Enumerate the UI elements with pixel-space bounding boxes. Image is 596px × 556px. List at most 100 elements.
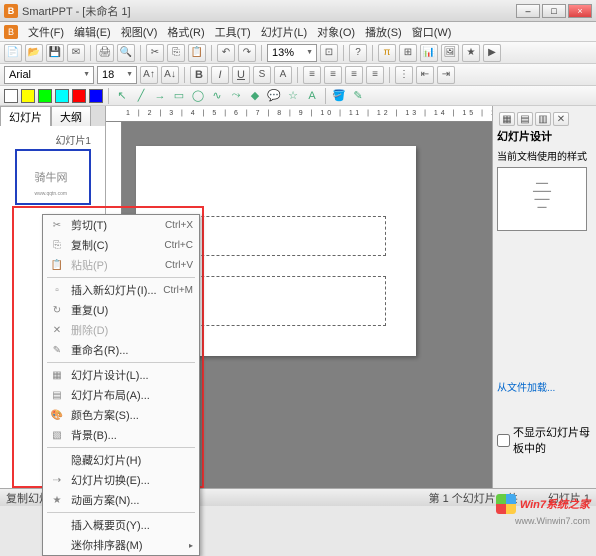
align-justify-icon[interactable]: ≡ [366, 66, 384, 84]
font-size-select[interactable]: 18 [97, 66, 137, 84]
align-center-icon[interactable]: ≡ [324, 66, 342, 84]
increase-font-icon[interactable]: A↑ [140, 66, 158, 84]
transition-icon: ⇢ [49, 472, 65, 488]
mail-icon[interactable]: ✉ [67, 44, 85, 62]
zoom-fit-icon[interactable]: ⊡ [320, 44, 338, 62]
new-icon[interactable]: 📄 [4, 44, 22, 62]
panel-btn-2[interactable]: ▤ [517, 112, 533, 126]
menu-edit[interactable]: 编辑(E) [74, 24, 111, 40]
undo-icon[interactable]: ↶ [217, 44, 235, 62]
panel-title: 幻灯片设计 [497, 128, 592, 144]
underline-icon[interactable]: U [232, 66, 250, 84]
cm-cut[interactable]: ✂剪切(T)Ctrl+X [43, 215, 199, 235]
color-white[interactable] [4, 89, 18, 103]
color-green[interactable] [38, 89, 52, 103]
menu-view[interactable]: 视图(V) [121, 24, 158, 40]
decrease-font-icon[interactable]: A↓ [161, 66, 179, 84]
minimize-button[interactable]: – [516, 4, 540, 18]
menu-slide[interactable]: 幻灯片(L) [261, 24, 307, 40]
cm-insert-slide[interactable]: ▫插入新幻灯片(I)...Ctrl+M [43, 280, 199, 300]
outline-icon[interactable]: A [274, 66, 292, 84]
zoom-select[interactable]: 13% [267, 44, 317, 62]
help-icon[interactable]: ? [349, 44, 367, 62]
shapes-icon[interactable]: ◆ [247, 88, 263, 104]
redo-icon: ↻ [49, 302, 65, 318]
bullets-icon[interactable]: ⋮ [395, 66, 413, 84]
star-icon[interactable]: ☆ [285, 88, 301, 104]
cm-transition[interactable]: ⇢幻灯片切换(E)... [43, 470, 199, 490]
copy-icon[interactable]: ⎘ [167, 44, 185, 62]
callout-icon[interactable]: 💬 [266, 88, 282, 104]
cm-copy[interactable]: ⎘复制(C)Ctrl+C [43, 235, 199, 255]
cut-icon: ✂ [49, 217, 65, 233]
panel-btn-3[interactable]: ▥ [535, 112, 551, 126]
connector-icon[interactable]: ⤳ [228, 88, 244, 104]
align-right-icon[interactable]: ≡ [345, 66, 363, 84]
cm-layout[interactable]: ▤幻灯片布局(A)... [43, 385, 199, 405]
close-button[interactable]: × [568, 4, 592, 18]
menu-play[interactable]: 播放(S) [365, 24, 402, 40]
color-yellow[interactable] [21, 89, 35, 103]
print-icon[interactable]: 🖨 [96, 44, 114, 62]
cm-sorter[interactable]: 迷你排序器(M)▸ [43, 535, 199, 555]
menu-object[interactable]: 对象(O) [317, 24, 355, 40]
line-color-icon[interactable]: ✎ [350, 88, 366, 104]
cm-rename[interactable]: ✎重命名(R)... [43, 340, 199, 360]
maximize-button[interactable]: □ [542, 4, 566, 18]
anim-icon[interactable]: ★ [462, 44, 480, 62]
color-cyan[interactable] [55, 89, 69, 103]
cm-design[interactable]: ▦幻灯片设计(L)... [43, 365, 199, 385]
menu-format[interactable]: 格式(R) [167, 24, 204, 40]
save-icon[interactable]: 💾 [46, 44, 64, 62]
indent-dec-icon[interactable]: ⇤ [416, 66, 434, 84]
image-icon[interactable]: 🖼 [441, 44, 459, 62]
menu-tools[interactable]: 工具(T) [215, 24, 251, 40]
arrow-tool-icon[interactable]: ↖ [114, 88, 130, 104]
shadow-icon[interactable]: S [253, 66, 271, 84]
color-icon: 🎨 [49, 407, 65, 423]
ellipse-tool-icon[interactable]: ◯ [190, 88, 206, 104]
load-from-file-link[interactable]: 从文件加载... [497, 379, 592, 394]
style-thumbnail[interactable]: ━━━━━━━━━━━━━━━━━━ [497, 167, 587, 231]
panel-btn-1[interactable]: ▦ [499, 112, 515, 126]
color-red[interactable] [72, 89, 86, 103]
arrow-line-icon[interactable]: → [152, 88, 168, 104]
menu-window[interactable]: 窗口(W) [412, 24, 452, 40]
play-icon[interactable]: ▶ [483, 44, 501, 62]
cm-undo[interactable]: ↻重复(U) [43, 300, 199, 320]
bold-icon[interactable]: B [190, 66, 208, 84]
cut-icon[interactable]: ✂ [146, 44, 164, 62]
rect-tool-icon[interactable]: ▭ [171, 88, 187, 104]
redo-icon[interactable]: ↷ [238, 44, 256, 62]
line-tool-icon[interactable]: ╱ [133, 88, 149, 104]
fill-icon[interactable]: 🪣 [331, 88, 347, 104]
color-blue[interactable] [89, 89, 103, 103]
table-icon[interactable]: ⊞ [399, 44, 417, 62]
copy-icon: ⎘ [49, 237, 65, 253]
cm-hide[interactable]: 隐藏幻灯片(H) [43, 450, 199, 470]
pi-icon[interactable]: π [378, 44, 396, 62]
watermark-url: www.Winwin7.com [515, 516, 590, 526]
italic-icon[interactable]: I [211, 66, 229, 84]
hide-master-checkbox[interactable] [497, 434, 510, 447]
tab-slides[interactable]: 幻灯片 [0, 106, 51, 126]
cm-background[interactable]: ▧背景(B)... [43, 425, 199, 445]
cm-delete[interactable]: ✕删除(D) [43, 320, 199, 340]
paste-icon[interactable]: 📋 [188, 44, 206, 62]
tab-outline[interactable]: 大纲 [51, 106, 91, 126]
open-icon[interactable]: 📂 [25, 44, 43, 62]
cm-animation[interactable]: ★动画方案(N)... [43, 490, 199, 510]
cm-summary[interactable]: 插入概要页(Y)... [43, 515, 199, 535]
font-family-select[interactable]: Arial [4, 66, 94, 84]
indent-inc-icon[interactable]: ⇥ [437, 66, 455, 84]
slide-thumbnail-1[interactable]: 骑牛网 www.qqtn.com [15, 149, 91, 205]
cm-paste[interactable]: 📋粘贴(P)Ctrl+V [43, 255, 199, 275]
align-left-icon[interactable]: ≡ [303, 66, 321, 84]
preview-icon[interactable]: 🔍 [117, 44, 135, 62]
panel-btn-4[interactable]: ✕ [553, 112, 569, 126]
curve-tool-icon[interactable]: ∿ [209, 88, 225, 104]
chart-icon[interactable]: 📊 [420, 44, 438, 62]
menu-file[interactable]: 文件(F) [28, 24, 64, 40]
text-tool-icon[interactable]: A [304, 88, 320, 104]
cm-color[interactable]: 🎨颜色方案(S)... [43, 405, 199, 425]
